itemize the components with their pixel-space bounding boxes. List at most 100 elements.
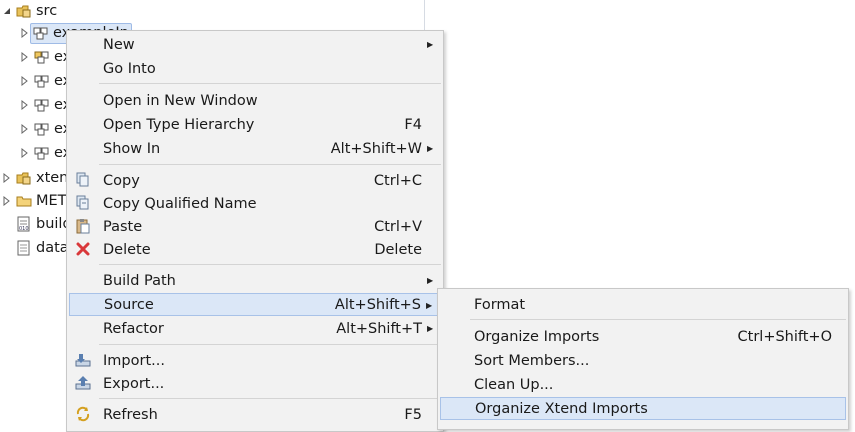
menu-item-clean-up[interactable]: Clean Up...	[440, 373, 846, 396]
menu-item-import[interactable]: Import...	[69, 349, 441, 372]
tree-item-package[interactable]: ex	[20, 118, 71, 140]
menu-item-shortcut: Alt+Shift+T	[336, 320, 422, 337]
copy-qualified-name-icon	[75, 195, 91, 211]
tree-item-package[interactable]: ex	[20, 46, 71, 68]
tree-item-package[interactable]: ex	[20, 94, 71, 116]
submenu-arrow-icon: ▶	[427, 276, 434, 285]
menu-item-shortcut: Ctrl+C	[373, 172, 422, 189]
tree-item-label: src	[36, 3, 58, 19]
delete-icon	[75, 241, 91, 257]
menu-item-label: Paste	[103, 218, 143, 235]
menu-item-label: Show In	[103, 140, 161, 157]
menu-item-label: Import...	[103, 352, 165, 369]
tree-item-label: MET	[36, 193, 67, 209]
tree-item-xtend[interactable]: xten	[2, 167, 68, 189]
menu-item-label: Open in New Window	[103, 92, 258, 109]
tree-item-meta-inf[interactable]: MET	[2, 190, 67, 212]
export-icon	[75, 375, 91, 391]
menu-item-label: Sort Members...	[474, 352, 590, 369]
menu-item-label: Refresh	[103, 406, 158, 423]
menu-item-format[interactable]: Format	[440, 293, 846, 316]
menu-item-go-into[interactable]: Go Into	[69, 57, 441, 80]
submenu-arrow-icon: ▶	[427, 144, 434, 153]
menu-item-label: Source	[104, 296, 154, 313]
menu-item-copy-qualified-name[interactable]: Copy Qualified Name	[69, 192, 441, 215]
menu-item-shortcut: Delete	[374, 241, 422, 258]
package-icon	[34, 49, 50, 65]
package-icon	[34, 97, 50, 113]
package-folder-icon	[16, 170, 32, 186]
menu-item-label: Export...	[103, 375, 165, 392]
menu-item-label: New	[103, 36, 135, 53]
tree-item-src[interactable]: src	[2, 0, 57, 22]
package-icon	[34, 121, 50, 137]
package-icon	[34, 73, 50, 89]
folder-icon	[16, 193, 32, 209]
tree-item-label: data	[36, 240, 69, 256]
package-icon	[34, 145, 50, 161]
collapsed-twisty-icon[interactable]	[20, 28, 30, 38]
menu-item-shortcut: F4	[404, 116, 422, 133]
menu-item-open-type-hierarchy[interactable]: Open Type Hierarchy F4	[69, 113, 441, 136]
menu-item-export[interactable]: Export...	[69, 372, 441, 395]
menu-item-open-new-window[interactable]: Open in New Window	[69, 89, 441, 112]
menu-item-paste[interactable]: Paste Ctrl+V	[69, 215, 441, 238]
menu-item-label: Copy Qualified Name	[103, 195, 257, 212]
menu-item-shortcut: Alt+Shift+W	[330, 140, 422, 157]
collapsed-twisty-icon[interactable]	[20, 100, 30, 110]
import-icon	[75, 352, 91, 368]
collapsed-twisty-icon[interactable]	[20, 148, 30, 158]
menu-item-organize-xtend-imports[interactable]: Organize Xtend Imports	[440, 397, 846, 420]
tree-item-package[interactable]: ex	[20, 70, 71, 92]
svg-text:010: 010	[19, 226, 29, 232]
collapsed-twisty-icon[interactable]	[20, 76, 30, 86]
context-menu: New ▶ Go Into Open in New Window Open Ty…	[66, 30, 444, 432]
menu-item-sort-members[interactable]: Sort Members...	[440, 349, 846, 372]
tree-item-data[interactable]: data	[12, 237, 69, 259]
menu-item-label: Refactor	[103, 320, 164, 337]
menu-item-label: Clean Up...	[474, 376, 554, 393]
tree-item-package[interactable]: ex	[20, 142, 71, 164]
menu-separator	[99, 398, 441, 399]
menu-separator	[99, 83, 441, 84]
menu-item-show-in[interactable]: Show In Alt+Shift+W ▶	[69, 137, 441, 160]
submenu-arrow-icon: ▶	[427, 324, 434, 333]
properties-file-icon: 010	[16, 216, 32, 232]
menu-separator	[99, 164, 441, 165]
menu-item-shortcut: Alt+Shift+S	[334, 296, 421, 313]
menu-item-label: Build Path	[103, 272, 176, 289]
expanded-twisty-icon[interactable]	[2, 6, 12, 16]
menu-item-label: Format	[474, 296, 526, 313]
menu-item-label: Open Type Hierarchy	[103, 116, 255, 133]
menu-item-shortcut: Ctrl+V	[374, 218, 422, 235]
tree-item-build[interactable]: 010 build	[12, 213, 72, 235]
package-folder-icon	[16, 3, 32, 19]
paste-icon	[75, 218, 91, 234]
menu-item-label: Organize Imports	[474, 328, 600, 345]
collapsed-twisty-icon[interactable]	[20, 124, 30, 134]
collapsed-twisty-icon[interactable]	[2, 173, 12, 183]
collapsed-twisty-icon[interactable]	[20, 52, 30, 62]
collapsed-twisty-icon[interactable]	[2, 196, 12, 206]
menu-item-refactor[interactable]: Refactor Alt+Shift+T ▶	[69, 317, 441, 340]
menu-separator	[470, 319, 846, 320]
package-icon	[33, 25, 49, 41]
menu-item-build-path[interactable]: Build Path ▶	[69, 269, 441, 292]
menu-item-delete[interactable]: Delete Delete	[69, 238, 441, 261]
source-submenu: Format Organize Imports Ctrl+Shift+O Sor…	[437, 288, 849, 430]
menu-item-organize-imports[interactable]: Organize Imports Ctrl+Shift+O	[440, 325, 846, 348]
menu-item-label: Copy	[103, 172, 140, 189]
menu-item-label: Delete	[103, 241, 151, 258]
refresh-icon	[75, 406, 91, 422]
menu-item-new[interactable]: New ▶	[69, 33, 441, 56]
submenu-arrow-icon: ▶	[427, 40, 434, 49]
submenu-arrow-icon: ▶	[426, 301, 433, 310]
menu-separator	[99, 264, 441, 265]
text-file-icon	[16, 240, 32, 256]
menu-item-label: Go Into	[103, 60, 156, 77]
menu-item-copy[interactable]: Copy Ctrl+C	[69, 169, 441, 192]
menu-item-source[interactable]: Source Alt+Shift+S ▶	[69, 293, 441, 316]
menu-item-label: Organize Xtend Imports	[475, 400, 648, 417]
tree-item-label: xten	[36, 170, 69, 186]
menu-item-shortcut: F5	[404, 406, 422, 423]
